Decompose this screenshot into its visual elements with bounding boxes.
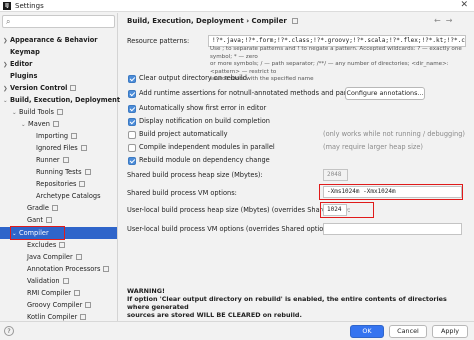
dialog-footer: ? OK Cancel Apply bbox=[0, 321, 474, 340]
display-notification-label: Display notification on build completion bbox=[139, 117, 270, 125]
add-assertions-label: Add runtime assertions for notnull-annot… bbox=[139, 89, 374, 97]
history-navigation: ←→ bbox=[434, 16, 457, 25]
sidebar-item-version-control[interactable]: ❯ Version Control bbox=[3, 82, 77, 94]
sidebar-item-archetype-catalogs[interactable]: Archetype Catalogs bbox=[36, 190, 101, 202]
sidebar-item-ignored-files[interactable]: Ignored Files bbox=[36, 142, 87, 154]
project-settings-icon bbox=[59, 242, 66, 248]
apply-button[interactable]: Apply bbox=[432, 325, 468, 338]
cancel-button[interactable]: Cancel bbox=[389, 325, 427, 338]
project-settings-icon bbox=[75, 254, 82, 260]
sidebar-item-gant[interactable]: Gant bbox=[27, 214, 52, 226]
rebuild-on-dependency-label: Rebuild module on dependency change bbox=[139, 156, 270, 164]
project-settings-icon bbox=[45, 217, 52, 223]
sidebar-item-runner[interactable]: Runner bbox=[36, 154, 69, 166]
user-vm-options-label: User-local build process VM options (ove… bbox=[127, 225, 336, 233]
compile-parallel-checkbox[interactable] bbox=[128, 144, 136, 152]
warning-message: WARNING! If option 'Clear output directo… bbox=[127, 287, 467, 319]
project-settings-icon bbox=[52, 121, 59, 127]
project-settings-icon bbox=[62, 157, 69, 163]
project-settings-icon bbox=[70, 85, 77, 91]
project-settings-icon bbox=[103, 266, 110, 272]
ok-button[interactable]: OK bbox=[350, 325, 384, 338]
user-heap-highlight-box bbox=[320, 202, 374, 218]
project-settings-icon bbox=[71, 133, 78, 139]
build-automatically-note: (only works while not running / debuggin… bbox=[323, 130, 465, 138]
project-settings-icon bbox=[80, 314, 87, 320]
window-title: Settings bbox=[15, 2, 44, 10]
project-settings-icon bbox=[80, 145, 87, 151]
breadcrumb-current: Compiler bbox=[251, 17, 287, 25]
resource-patterns-help: Use ; to separate patterns and ! to nega… bbox=[210, 46, 462, 83]
shared-vm-options-label: Shared build process VM options: bbox=[127, 189, 237, 197]
sidebar-item-importing[interactable]: Importing bbox=[36, 130, 78, 142]
compiler-highlight-box bbox=[10, 226, 65, 240]
build-automatically-label: Build project automatically bbox=[139, 130, 228, 138]
resource-patterns-label: Resource patterns: bbox=[127, 37, 190, 45]
project-settings-icon bbox=[85, 302, 92, 308]
sidebar-item-java-compiler[interactable]: Java Compiler bbox=[27, 251, 82, 263]
sidebar-item-maven[interactable]: ⌄ Maven bbox=[21, 118, 59, 130]
build-automatically-checkbox[interactable] bbox=[128, 131, 136, 139]
rebuild-on-dependency-checkbox[interactable] bbox=[128, 157, 136, 165]
warning-title: WARNING! bbox=[127, 287, 165, 295]
sidebar-item-running-tests[interactable]: Running Tests bbox=[36, 166, 91, 178]
warning-line-2: sources are stored WILL BE CLEARED on re… bbox=[127, 311, 302, 319]
settings-search-input[interactable]: ⌕ bbox=[2, 15, 115, 28]
sidebar-item-validation[interactable]: Validation bbox=[27, 275, 69, 287]
project-settings-icon bbox=[79, 181, 86, 187]
sidebar-item-gradle[interactable]: Gradle bbox=[27, 202, 58, 214]
help-icon[interactable]: ? bbox=[4, 326, 14, 336]
chevron-right-icon: ❯ bbox=[3, 62, 8, 68]
project-settings-icon bbox=[51, 205, 58, 211]
clear-output-checkbox[interactable] bbox=[128, 75, 136, 83]
vm-options-highlight-box bbox=[319, 184, 463, 200]
chevron-down-icon: ⌄ bbox=[3, 98, 8, 104]
display-notification-checkbox[interactable] bbox=[128, 118, 136, 126]
chevron-down-icon: ⌄ bbox=[21, 122, 26, 128]
settings-sidebar: ⌕ ❯ Appearance & Behavior Keymap ❯ Editor … bbox=[0, 13, 120, 340]
sidebar-item-plugins[interactable]: Plugins bbox=[10, 70, 37, 82]
show-first-error-checkbox[interactable] bbox=[128, 105, 136, 113]
sidebar-item-excludes[interactable]: Excludes bbox=[27, 239, 66, 251]
shared-heap-label: Shared build process heap size (Mbytes): bbox=[127, 171, 263, 179]
compile-parallel-label: Compile independent modules in parallel bbox=[139, 143, 275, 151]
configure-annotations-button[interactable]: Configure annotations... bbox=[345, 87, 425, 100]
breadcrumb-separator: › bbox=[246, 17, 250, 25]
project-settings-icon bbox=[62, 278, 69, 284]
compile-parallel-note: (may require larger heap size) bbox=[323, 143, 424, 151]
chevron-right-icon: ❯ bbox=[3, 38, 8, 44]
sidebar-item-keymap[interactable]: Keymap bbox=[10, 46, 40, 58]
breadcrumb: Build, Execution, Deployment › Compiler bbox=[127, 17, 299, 25]
breadcrumb-parent[interactable]: Build, Execution, Deployment bbox=[127, 17, 244, 25]
clear-output-label: Clear output directory on rebuild bbox=[139, 74, 247, 82]
title-bar: IJ Settings ✕ bbox=[0, 0, 474, 12]
chevron-down-icon: ⌄ bbox=[12, 110, 17, 116]
close-icon[interactable]: ✕ bbox=[460, 0, 468, 11]
project-settings-icon bbox=[292, 18, 299, 24]
intellij-app-icon: IJ bbox=[3, 2, 11, 10]
forward-arrow-icon[interactable]: → bbox=[446, 16, 458, 25]
project-settings-icon bbox=[56, 109, 63, 115]
project-settings-icon bbox=[84, 169, 91, 175]
sidebar-item-rmi-compiler[interactable]: RMI Compiler bbox=[27, 287, 80, 299]
user-heap-label: User-local build process heap size (Mbyt… bbox=[127, 206, 351, 214]
sidebar-item-build-tools[interactable]: ⌄ Build Tools bbox=[12, 106, 63, 118]
shared-heap-input[interactable]: 2048 bbox=[323, 169, 348, 181]
user-vm-options-input[interactable] bbox=[323, 223, 462, 235]
sidebar-item-repositories[interactable]: Repositories bbox=[36, 178, 86, 190]
sidebar-item-build-execution-deployment[interactable]: ⌄ Build, Execution, Deployment bbox=[3, 94, 120, 106]
sidebar-item-groovy-compiler[interactable]: Groovy Compiler bbox=[27, 299, 92, 311]
search-icon: ⌕ bbox=[6, 17, 11, 26]
show-first-error-label: Automatically show first error in editor bbox=[139, 104, 267, 112]
add-assertions-checkbox[interactable] bbox=[128, 90, 136, 98]
sidebar-item-editor[interactable]: ❯ Editor bbox=[3, 58, 32, 70]
project-settings-icon bbox=[74, 290, 80, 296]
sidebar-item-annotation-processors[interactable]: Annotation Processors bbox=[27, 263, 110, 275]
warning-line-1: If option 'Clear output directory on reb… bbox=[127, 295, 447, 311]
sidebar-item-appearance[interactable]: ❯ Appearance & Behavior bbox=[3, 34, 98, 46]
back-arrow-icon[interactable]: ← bbox=[434, 16, 446, 25]
